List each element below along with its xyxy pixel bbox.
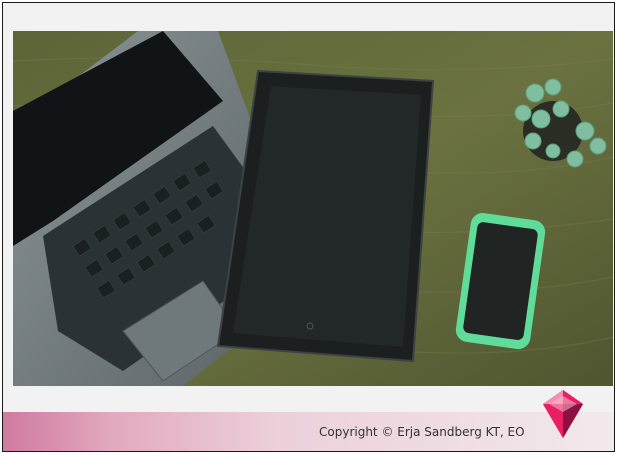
gem-icon xyxy=(535,388,591,440)
slide: Copyright © Erja Sandberg KT, EO xyxy=(2,2,615,452)
photo-devices-on-desk xyxy=(13,31,613,386)
desk-photo-illustration xyxy=(13,31,613,386)
copyright-text: Copyright © Erja Sandberg KT, EO xyxy=(319,425,525,439)
footer-spacer xyxy=(3,386,614,412)
